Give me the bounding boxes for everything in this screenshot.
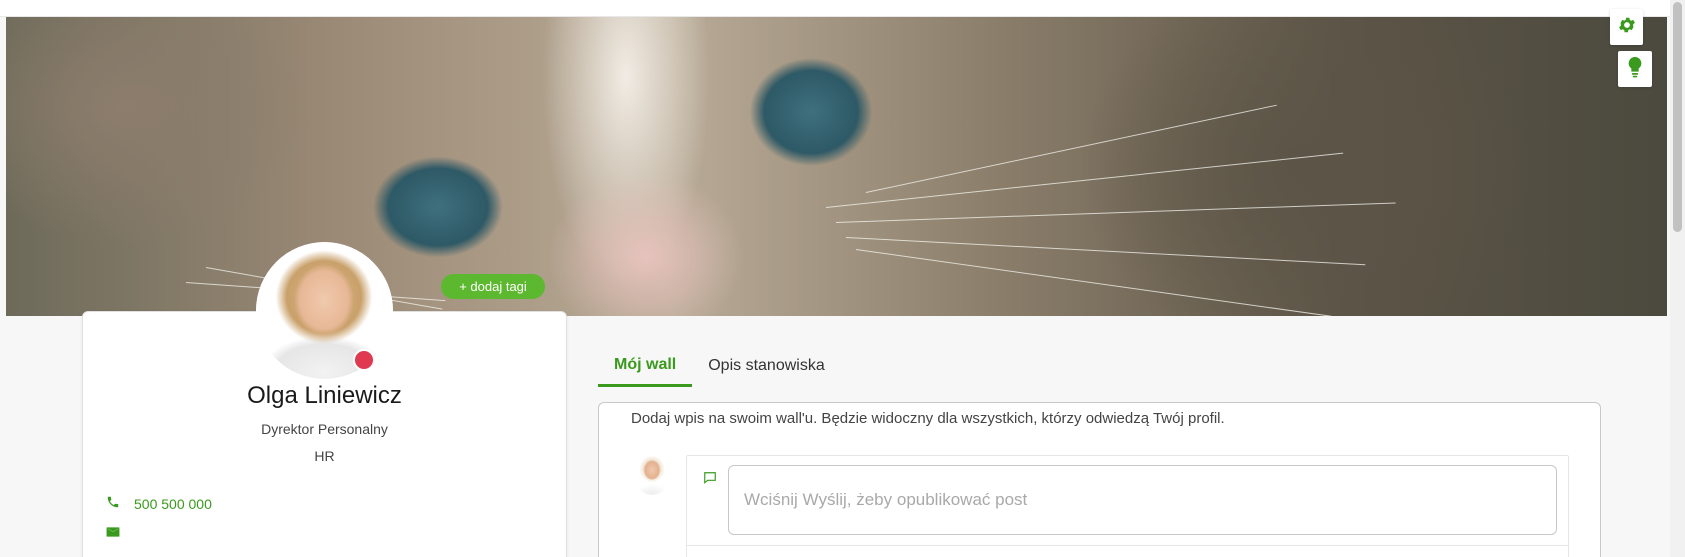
profile-role: Dyrektor Personalny xyxy=(261,421,388,437)
scrollbar-thumb[interactable] xyxy=(1673,2,1682,232)
profile-name: Olga Liniewicz xyxy=(247,382,402,409)
profile-tabs: Mój wall Opis stanowiska xyxy=(598,345,841,387)
phone-icon xyxy=(106,494,120,513)
tab-job-description[interactable]: Opis stanowiska xyxy=(692,345,841,387)
mail-icon xyxy=(106,523,120,542)
top-bar xyxy=(0,0,1685,17)
wall-hint: Dodaj wpis na swoim wall'u. Będzie widoc… xyxy=(631,410,1225,427)
hint-button[interactable] xyxy=(1618,51,1652,87)
email-contact[interactable] xyxy=(106,523,120,542)
cover-photo xyxy=(6,17,1667,316)
phone-contact[interactable]: 500 500 000 xyxy=(106,494,212,513)
phone-number[interactable]: 500 500 000 xyxy=(134,496,212,512)
comment-icon xyxy=(703,470,717,489)
composer-divider xyxy=(687,545,1568,546)
gear-icon xyxy=(1617,15,1637,39)
settings-button[interactable] xyxy=(1610,9,1643,45)
status-indicator xyxy=(353,349,375,371)
tab-my-wall[interactable]: Mój wall xyxy=(598,345,693,387)
add-tags-button[interactable]: + dodaj tagi xyxy=(441,274,545,299)
post-input[interactable] xyxy=(728,465,1557,535)
profile-department: HR xyxy=(314,448,335,464)
lightbulb-icon xyxy=(1626,56,1644,82)
post-author-avatar xyxy=(633,453,671,495)
